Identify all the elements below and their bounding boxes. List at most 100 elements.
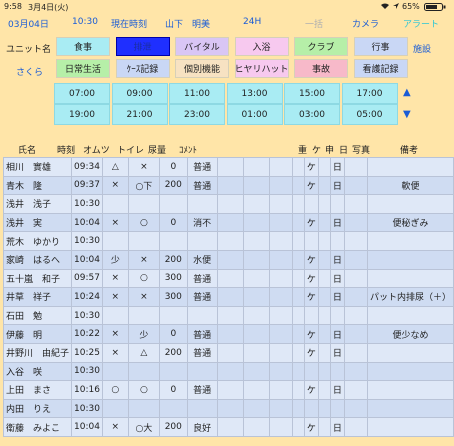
cell-blank[interactable] — [242, 268, 270, 289]
cell-time[interactable]: 10:30 — [71, 398, 103, 419]
cell-heavy[interactable] — [291, 249, 305, 270]
time-slot-button[interactable]: 05:00 — [341, 104, 398, 125]
cell-time[interactable]: 10:30 — [71, 305, 103, 326]
cell-toilet[interactable]: ○大 — [127, 417, 161, 437]
cell-notes[interactable] — [366, 249, 454, 270]
cell-shin[interactable] — [317, 417, 331, 437]
table-row[interactable]: 浅井 浅子 10:30 — [2, 194, 454, 214]
cell-heavy[interactable] — [291, 175, 305, 196]
cell-urine[interactable] — [159, 305, 188, 326]
cell-name[interactable]: 上田 まさ — [2, 380, 73, 400]
time-slot-button[interactable]: 11:00 — [169, 83, 225, 104]
cell-notes[interactable]: 軟便 — [366, 175, 454, 196]
cell-name[interactable]: 井野川 由紀子 — [2, 342, 73, 363]
cell-heavy[interactable] — [291, 212, 305, 233]
cell-name[interactable]: 内田 りえ — [2, 398, 73, 419]
cell-blank[interactable] — [216, 157, 244, 177]
table-row[interactable]: 浅井 実 10:04 × ○ 0 消不 ケ日便秘ぎみ — [2, 212, 454, 233]
cell-heavy[interactable] — [291, 231, 305, 251]
table-row[interactable]: 衛藤 みよこ 10:04 × ○大 200 良好 ケ日 — [2, 417, 454, 437]
cell-shin[interactable] — [317, 305, 331, 326]
cell-toilet[interactable]: ○ — [127, 268, 161, 289]
staff-button[interactable]: 山下 明美 — [165, 17, 210, 30]
cell-comment[interactable]: 普通 — [186, 157, 218, 177]
cell-shin[interactable] — [317, 361, 331, 382]
cell-diaper[interactable]: △ — [101, 157, 129, 177]
cell-urine[interactable]: 0 — [159, 324, 188, 344]
cell-shin[interactable] — [317, 231, 331, 251]
cell-day[interactable] — [329, 305, 345, 326]
time-button[interactable]: 10:30 — [72, 17, 98, 27]
cell-day[interactable]: 日 — [329, 175, 345, 196]
cell-comment[interactable] — [186, 361, 218, 382]
cell-photo[interactable] — [343, 305, 368, 326]
cell-time[interactable]: 10:30 — [71, 361, 103, 382]
cell-heavy[interactable] — [291, 342, 305, 363]
cell-diaper[interactable]: × — [101, 287, 129, 307]
cell-notes[interactable] — [366, 231, 454, 251]
cell-urine[interactable]: 200 — [159, 175, 188, 196]
cell-name[interactable]: 家崎 はるへ — [2, 249, 73, 270]
cell-blank[interactable] — [242, 175, 270, 196]
cell-notes[interactable] — [366, 342, 454, 363]
cell-blank[interactable] — [268, 398, 293, 419]
cell-urine[interactable] — [159, 398, 188, 419]
cell-blank[interactable] — [242, 398, 270, 419]
record-type2-button-3[interactable]: ヒヤリハット — [234, 59, 289, 78]
cell-urine[interactable]: 0 — [159, 380, 188, 400]
cell-name[interactable]: 五十嵐 和子 — [2, 268, 73, 289]
cell-shin[interactable] — [317, 212, 331, 233]
cell-ke[interactable]: ケ — [303, 157, 319, 177]
cell-urine[interactable]: 200 — [159, 249, 188, 270]
cell-blank[interactable] — [216, 231, 244, 251]
cell-blank[interactable] — [216, 287, 244, 307]
cell-time[interactable]: 10:04 — [71, 249, 103, 270]
cell-diaper[interactable]: × — [101, 417, 129, 437]
cell-blank[interactable] — [242, 287, 270, 307]
cell-notes[interactable]: パット内排尿（＋） — [366, 287, 454, 307]
cell-toilet[interactable]: × — [127, 249, 161, 270]
cell-photo[interactable] — [343, 398, 368, 419]
cell-comment[interactable]: 普通 — [186, 175, 218, 196]
table-row[interactable]: 井草 祥子 10:24 × × 300 普通ケ日パット内排尿（＋） — [2, 287, 454, 307]
cell-photo[interactable] — [343, 380, 368, 400]
cell-notes[interactable] — [366, 417, 454, 437]
record-type-button-3[interactable]: 入浴 — [234, 37, 289, 56]
cell-blank[interactable] — [268, 175, 293, 196]
cell-comment[interactable]: 普通 — [186, 324, 218, 344]
cell-blank[interactable] — [216, 194, 244, 214]
cell-day[interactable] — [329, 361, 345, 382]
cell-blank[interactable] — [216, 380, 244, 400]
cell-notes[interactable] — [366, 157, 454, 177]
cell-toilet[interactable]: 少 — [127, 324, 161, 344]
cell-shin[interactable] — [317, 324, 331, 344]
time-slot-button[interactable]: 03:00 — [284, 104, 340, 125]
cell-name[interactable]: 衛藤 みよこ — [2, 417, 73, 437]
cell-ke[interactable]: ケ — [303, 287, 319, 307]
cell-blank[interactable] — [268, 305, 293, 326]
cell-urine[interactable] — [159, 231, 188, 251]
cell-photo[interactable] — [343, 231, 368, 251]
cell-urine[interactable]: 0 — [159, 157, 188, 177]
cell-blank[interactable] — [216, 324, 244, 344]
cell-comment[interactable]: 普通 — [186, 342, 218, 363]
cell-notes[interactable] — [366, 305, 454, 326]
cell-time[interactable]: 10:22 — [71, 324, 103, 344]
cell-ke[interactable]: ケ — [303, 324, 319, 344]
cell-blank[interactable] — [268, 212, 293, 233]
cell-shin[interactable] — [317, 268, 331, 289]
cell-toilet[interactable] — [127, 361, 161, 382]
cell-comment[interactable]: 水便 — [186, 249, 218, 270]
cell-shin[interactable] — [317, 287, 331, 307]
cell-toilet[interactable]: ○下 — [127, 175, 161, 196]
cell-notes[interactable] — [366, 361, 454, 382]
cell-name[interactable]: 伊藤 明 — [2, 324, 73, 344]
cell-blank[interactable] — [242, 212, 270, 233]
cell-heavy[interactable] — [291, 194, 305, 214]
cell-blank[interactable] — [268, 417, 293, 437]
cell-day[interactable]: 日 — [329, 417, 345, 437]
record-type-button-0[interactable]: 食事 — [56, 37, 110, 56]
cell-heavy[interactable] — [291, 380, 305, 400]
cell-shin[interactable] — [317, 175, 331, 196]
table-row[interactable]: 入谷 咲 10:30 — [2, 361, 454, 382]
